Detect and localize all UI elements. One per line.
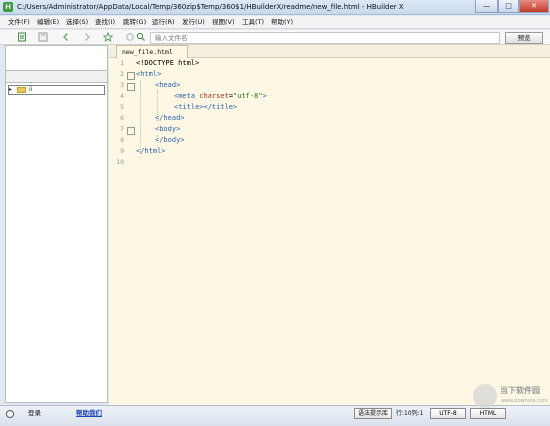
project-panel-toolbar xyxy=(5,71,108,83)
search-icon[interactable] xyxy=(136,32,147,43)
code-token-attr: charset xyxy=(199,92,229,100)
expand-arrow-icon[interactable]: ▸ xyxy=(9,86,12,94)
refresh-icon[interactable] xyxy=(124,32,135,43)
code-line-6: </head> xyxy=(155,114,185,122)
line-number: 3 xyxy=(120,81,124,89)
code-token-close: > xyxy=(262,92,267,100)
minimize-button[interactable]: — xyxy=(475,0,498,13)
line-number: 6 xyxy=(120,114,124,122)
save-icon[interactable] xyxy=(37,32,48,43)
indent-guide xyxy=(140,80,141,154)
code-line-4: <meta charset="utf-8"> xyxy=(174,91,267,102)
forward-icon[interactable] xyxy=(81,32,92,43)
code-line-2: <html> xyxy=(136,70,162,78)
editor-tab-new-file[interactable]: new_file.html xyxy=(116,45,188,59)
window-title: C:/Users/Administrator/AppData/Local/Tem… xyxy=(17,3,404,11)
watermark-text: 当下软件园 xyxy=(500,386,540,395)
file-name-input[interactable] xyxy=(150,32,500,44)
code-token-tag: <meta xyxy=(174,92,200,100)
line-number: 7 xyxy=(120,125,124,133)
line-number: 10 xyxy=(116,158,124,166)
back-icon[interactable] xyxy=(60,32,71,43)
menu-tools[interactable]: 工具(T) xyxy=(242,16,264,29)
star-icon[interactable] xyxy=(102,31,113,43)
code-line-3: <head> xyxy=(155,81,181,89)
close-button[interactable]: ✕ xyxy=(519,0,549,13)
menu-help[interactable]: 帮助(Y) xyxy=(271,16,293,29)
menu-select[interactable]: 选择(S) xyxy=(66,16,88,29)
help-us-link[interactable]: 帮助我们 xyxy=(76,409,102,418)
menu-goto[interactable]: 跳转(G) xyxy=(123,16,146,29)
fold-toggle-icon[interactable] xyxy=(127,83,135,91)
language-mode-button[interactable]: HTML xyxy=(470,408,506,419)
menu-file[interactable]: 文件(F) xyxy=(8,16,30,29)
fold-toggle-icon[interactable] xyxy=(127,72,135,80)
user-icon[interactable] xyxy=(6,410,14,418)
line-number: 5 xyxy=(120,103,124,111)
project-panel xyxy=(5,45,108,403)
watermark-logo-icon xyxy=(473,384,497,408)
menu-edit[interactable]: 编辑(E) xyxy=(37,16,59,29)
line-number: 4 xyxy=(120,92,124,100)
project-panel-header[interactable] xyxy=(5,45,108,71)
code-line-7: <body> xyxy=(155,125,181,133)
code-line-1: <!DOCTYPE html> xyxy=(136,59,200,67)
tree-item-label: ii xyxy=(29,86,33,93)
line-number: 2 xyxy=(120,70,124,78)
encoding-button[interactable]: UTF-8 xyxy=(430,408,466,419)
maximize-button[interactable]: □ xyxy=(498,0,519,13)
line-number: 1 xyxy=(120,59,124,67)
code-line-5: <title></title> xyxy=(174,103,238,111)
menu-find[interactable]: 查找(I) xyxy=(95,16,115,29)
cursor-position: 行:10列:1 xyxy=(396,410,424,417)
menu-bar: 文件(F) 编辑(E) 选择(S) 查找(I) 跳转(G) 运行(R) 发行(U… xyxy=(0,16,550,29)
code-line-8: </body> xyxy=(155,136,185,144)
menu-run[interactable]: 运行(R) xyxy=(152,16,175,29)
preview-button[interactable]: 预览 xyxy=(505,32,543,44)
login-link[interactable]: 登录 xyxy=(28,409,41,418)
menu-view[interactable]: 视图(V) xyxy=(212,16,235,29)
syntax-hint-button[interactable]: 语法提示库 xyxy=(354,408,392,419)
folder-icon xyxy=(17,87,26,93)
code-token-string: "utf-8" xyxy=(233,92,263,100)
menu-publish[interactable]: 发行(U) xyxy=(182,16,205,29)
code-line-9: </html> xyxy=(136,147,166,155)
line-number: 9 xyxy=(120,147,124,155)
watermark-url: www.downxia.com xyxy=(501,398,548,404)
line-number: 8 xyxy=(120,136,124,144)
fold-toggle-icon[interactable] xyxy=(127,127,135,135)
app-logo-icon: H xyxy=(3,2,13,12)
new-file-icon[interactable] xyxy=(16,32,27,43)
